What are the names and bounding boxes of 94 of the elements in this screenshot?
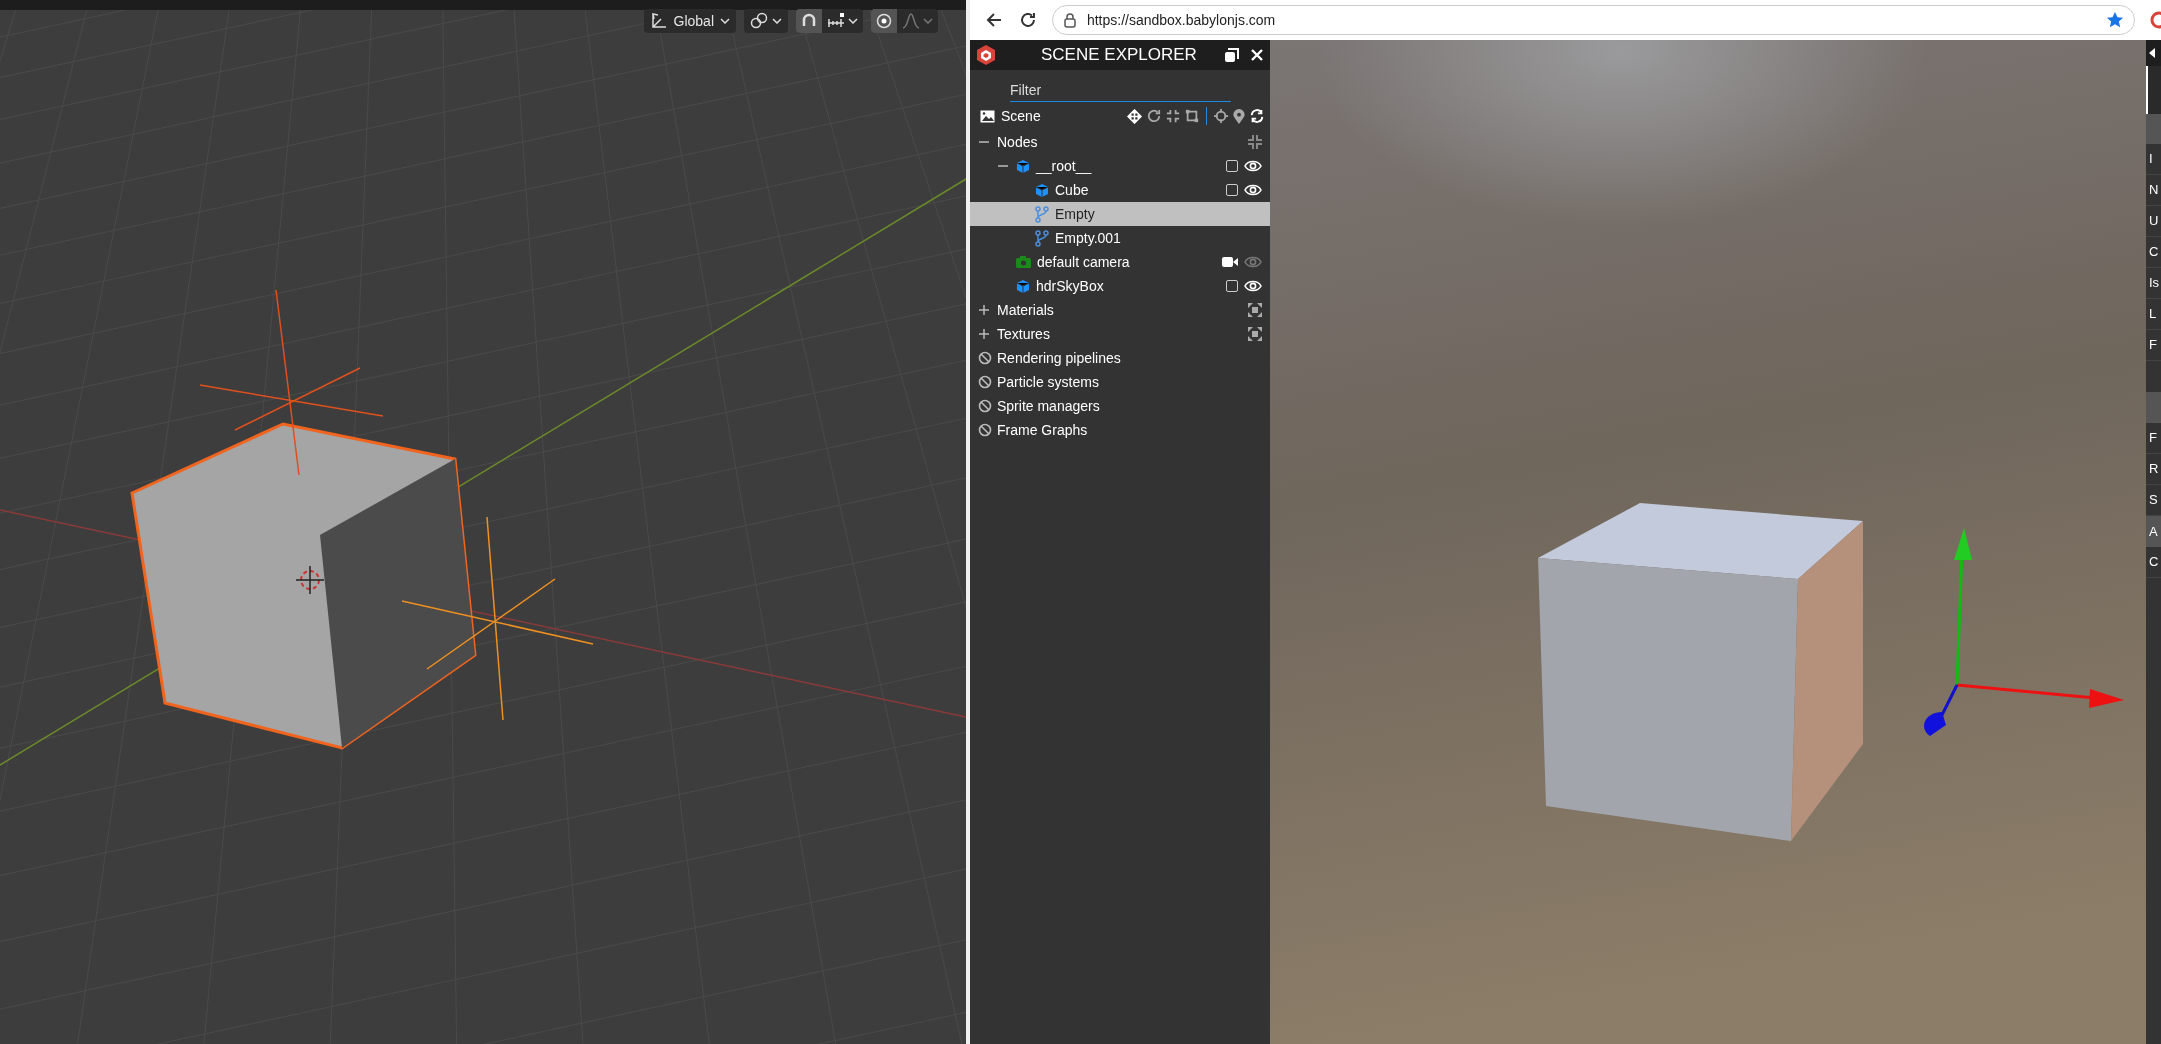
tree-item-label: Sprite managers bbox=[997, 396, 1100, 416]
plus-icon[interactable] bbox=[978, 305, 990, 315]
property-row[interactable]: I bbox=[2146, 144, 2161, 175]
expand-icon[interactable] bbox=[1248, 303, 1262, 317]
checkbox[interactable] bbox=[1226, 184, 1238, 196]
tree-item-label: Nodes bbox=[997, 132, 1038, 152]
tree-item-label: Materials bbox=[997, 300, 1054, 320]
property-row[interactable]: Is bbox=[2146, 268, 2161, 299]
property-row[interactable]: F bbox=[2146, 330, 2161, 361]
chevron-icon bbox=[720, 18, 730, 24]
branch-icon bbox=[1035, 205, 1049, 223]
video-camera-icon[interactable] bbox=[1222, 256, 1238, 268]
rotate-gizmo-icon[interactable] bbox=[1147, 109, 1161, 123]
url-text: https://sandbox.babylonjs.com bbox=[1086, 10, 1276, 30]
tree-item[interactable]: Nodes bbox=[970, 130, 1270, 154]
tree-item[interactable]: Cube bbox=[970, 178, 1270, 202]
inspector-tab[interactable] bbox=[2146, 66, 2161, 114]
property-row[interactable]: F bbox=[2146, 423, 2161, 454]
address-bar[interactable]: https://sandbox.babylonjs.com bbox=[1051, 5, 2136, 35]
property-row[interactable]: L bbox=[2146, 299, 2161, 330]
blocked-icon bbox=[978, 399, 992, 413]
tree-item-label: Particle systems bbox=[997, 372, 1099, 392]
chevron-icon bbox=[772, 18, 782, 24]
section-header[interactable]: A bbox=[2146, 516, 2161, 547]
tree-item-label: Empty.001 bbox=[1055, 228, 1121, 248]
panel-title: SCENE EXPLORER bbox=[1041, 44, 1197, 67]
blocked-icon bbox=[978, 423, 992, 437]
blocked-icon bbox=[978, 375, 992, 389]
cube-icon bbox=[1016, 158, 1030, 174]
property-row[interactable]: C bbox=[2146, 547, 2161, 578]
filter-field[interactable]: Filter bbox=[1010, 78, 1231, 102]
tree-item-label: Rendering pipelines bbox=[997, 348, 1121, 368]
tree-item-label: hdrSkyBox bbox=[1036, 276, 1104, 296]
popout-icon[interactable] bbox=[1224, 47, 1240, 63]
tree-item-label: Empty bbox=[1055, 204, 1095, 224]
tree-item[interactable]: Empty.001 bbox=[970, 226, 1270, 250]
expand-icon[interactable] bbox=[1248, 327, 1262, 341]
checkbox[interactable] bbox=[1226, 160, 1238, 172]
camera-icon bbox=[1016, 255, 1031, 269]
lock-icon bbox=[1062, 12, 1077, 28]
property-row[interactable]: C bbox=[2146, 237, 2161, 268]
eye-icon[interactable] bbox=[1244, 159, 1262, 173]
tree-item[interactable]: Frame Graphs bbox=[970, 418, 1270, 442]
babylon-logo-icon bbox=[976, 44, 996, 66]
eye-icon[interactable] bbox=[1244, 183, 1262, 197]
pin-icon[interactable] bbox=[1233, 108, 1245, 124]
tree-item-label: Frame Graphs bbox=[997, 420, 1088, 440]
tree-item[interactable]: Particle systems bbox=[970, 370, 1270, 394]
pivot-dropdown[interactable] bbox=[744, 9, 788, 33]
axes-icon bbox=[649, 12, 668, 30]
scale-gizmo-icon[interactable] bbox=[1166, 109, 1180, 123]
snap-toggle[interactable] bbox=[796, 9, 822, 33]
eye-dimmed-icon[interactable] bbox=[1244, 255, 1262, 269]
blocked-icon bbox=[978, 351, 992, 365]
property-row[interactable]: R bbox=[2146, 454, 2161, 485]
tree-item[interactable]: Empty bbox=[970, 202, 1270, 226]
tree-item-label: default camera bbox=[1037, 252, 1130, 272]
move-gizmo-icon[interactable] bbox=[1127, 108, 1142, 124]
tree-item[interactable]: Sprite managers bbox=[970, 394, 1270, 418]
close-icon[interactable] bbox=[1250, 48, 1264, 62]
increment-icon bbox=[827, 13, 845, 29]
link-icon bbox=[750, 12, 768, 30]
transform-orientation-dropdown[interactable]: Global bbox=[643, 9, 736, 33]
bounding-box-icon[interactable] bbox=[1185, 109, 1199, 123]
extension-icon[interactable] bbox=[2149, 11, 2161, 29]
crosshair-icon[interactable] bbox=[1214, 109, 1228, 123]
cube-icon bbox=[1035, 182, 1049, 198]
checkbox[interactable] bbox=[1226, 280, 1238, 292]
refresh-icon[interactable] bbox=[1250, 109, 1264, 123]
falloff-curve-icon bbox=[902, 12, 920, 30]
tree-item[interactable]: __root__ bbox=[970, 154, 1270, 178]
cube-icon bbox=[1016, 278, 1030, 294]
eye-icon[interactable] bbox=[1244, 279, 1262, 293]
proportional-edit-toggle[interactable] bbox=[871, 9, 897, 33]
collapse-icon[interactable] bbox=[1248, 135, 1262, 149]
caret-icon[interactable] bbox=[2149, 48, 2155, 58]
plus-icon[interactable] bbox=[978, 329, 990, 339]
tree-item[interactable]: Materials bbox=[970, 298, 1270, 322]
image-icon bbox=[980, 109, 995, 123]
tree-item-label: Cube bbox=[1055, 180, 1089, 200]
branch-icon bbox=[1035, 229, 1049, 247]
tree-item-label: Textures bbox=[997, 324, 1050, 344]
tree-item-label: __root__ bbox=[1036, 156, 1092, 176]
tree-item[interactable]: Textures bbox=[970, 322, 1270, 346]
scene-label: Scene bbox=[1001, 106, 1041, 126]
star-icon[interactable] bbox=[2106, 11, 2125, 29]
property-row[interactable]: U bbox=[2146, 206, 2161, 237]
chevron-icon bbox=[848, 18, 858, 24]
tree-item[interactable]: hdrSkyBox bbox=[970, 274, 1270, 298]
chevron-icon bbox=[923, 18, 933, 24]
circle-dot-icon bbox=[876, 13, 892, 29]
property-row[interactable]: N bbox=[2146, 175, 2161, 206]
tree-item[interactable]: Rendering pipelines bbox=[970, 346, 1270, 370]
tree-item[interactable]: default camera bbox=[970, 250, 1270, 274]
